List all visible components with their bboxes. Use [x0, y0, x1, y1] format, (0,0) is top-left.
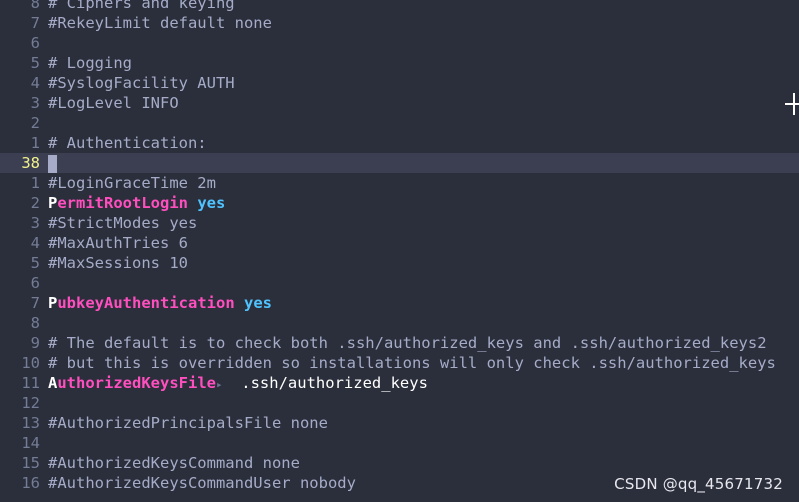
- directive-value: yes: [197, 194, 226, 212]
- directive-first-letter: P: [48, 194, 58, 212]
- current-line[interactable]: 38: [0, 153, 799, 173]
- line-text: # Logging: [48, 54, 132, 72]
- line-number: 13: [21, 414, 40, 432]
- code-line[interactable]: 6: [0, 33, 799, 53]
- directive-value: yes: [244, 294, 272, 312]
- code-line[interactable]: 8 # Ciphers and keying: [0, 0, 799, 13]
- code-line[interactable]: 2 PermitRootLogin yes: [0, 193, 799, 213]
- line-text: #SyslogFacility AUTH: [48, 74, 235, 92]
- line-text: PermitRootLogin yes: [48, 193, 225, 213]
- line-text: #AuthorizedKeysCommandUser nobody: [48, 474, 356, 492]
- line-number: 5: [30, 254, 40, 272]
- line-number: 11: [21, 374, 40, 392]
- line-number: 1: [30, 134, 40, 152]
- directive-keyword: uthorizedKeysFile: [57, 374, 216, 392]
- line-text: # Authentication:: [48, 134, 207, 152]
- line-text: #AuthorizedKeysCommand none: [48, 454, 300, 472]
- line-number: 14: [21, 434, 40, 452]
- code-editor[interactable]: 8 # Ciphers and keying 7 #RekeyLimit def…: [0, 0, 799, 502]
- code-line[interactable]: 4 #SyslogFacility AUTH: [0, 73, 799, 93]
- line-number: 3: [30, 214, 40, 232]
- line-number: 10: [21, 354, 40, 372]
- code-line[interactable]: 15 #AuthorizedKeysCommand none: [0, 453, 799, 473]
- line-number: 4: [30, 74, 40, 92]
- line-text: #LogLevel INFO: [48, 94, 179, 112]
- line-text: [48, 153, 57, 173]
- code-line[interactable]: 5 #MaxSessions 10: [0, 253, 799, 273]
- line-number: 1: [30, 174, 40, 192]
- directive-keyword: ubkeyAuthentication: [57, 294, 235, 312]
- code-line[interactable]: 13 #AuthorizedPrincipalsFile none: [0, 413, 799, 433]
- code-line[interactable]: 6: [0, 273, 799, 293]
- tab-marker-icon: ▸: [215, 378, 223, 391]
- directive-first-letter: A: [48, 374, 58, 392]
- line-text: PubkeyAuthentication yes: [48, 293, 272, 313]
- line-text: # The default is to check both .ssh/auth…: [48, 334, 767, 352]
- code-line[interactable]: 10 # but this is overridden so installat…: [0, 353, 799, 373]
- line-text: AuthorizedKeysFile▸ .ssh/authorized_keys: [48, 373, 428, 395]
- directive-keyword: ermitRootLogin: [57, 194, 188, 212]
- line-number: 5: [30, 54, 40, 72]
- code-line[interactable]: 1 #LoginGraceTime 2m: [0, 173, 799, 193]
- line-number: 3: [30, 94, 40, 112]
- watermark: CSDN @qq_45671732: [614, 475, 783, 493]
- code-line[interactable]: 4 #MaxAuthTries 6: [0, 233, 799, 253]
- code-line[interactable]: 14: [0, 433, 799, 453]
- line-text: #LoginGraceTime 2m: [48, 174, 216, 192]
- line-number: 6: [30, 34, 40, 52]
- code-line[interactable]: 11 AuthorizedKeysFile▸ .ssh/authorized_k…: [0, 373, 799, 393]
- code-line[interactable]: 3 #LogLevel INFO: [0, 93, 799, 113]
- code-line[interactable]: 9 # The default is to check both .ssh/au…: [0, 333, 799, 353]
- line-number: 16: [21, 474, 40, 492]
- line-number: 15: [21, 454, 40, 472]
- line-number: 2: [30, 194, 40, 212]
- editor-lines: 8 # Ciphers and keying 7 #RekeyLimit def…: [0, 0, 799, 493]
- line-text: # but this is overridden so installation…: [48, 354, 776, 372]
- line-text: #AuthorizedPrincipalsFile none: [48, 414, 328, 432]
- current-line-number: 38: [21, 154, 40, 172]
- line-number: 8: [30, 314, 40, 332]
- directive-first-letter: P: [48, 294, 58, 312]
- line-number: 8: [30, 0, 40, 12]
- line-number: 2: [30, 114, 40, 132]
- line-number: 4: [30, 234, 40, 252]
- code-line[interactable]: 7 #RekeyLimit default none: [0, 13, 799, 33]
- code-line[interactable]: 8: [0, 313, 799, 333]
- line-text: # Ciphers and keying: [48, 0, 235, 12]
- code-line[interactable]: 5 # Logging: [0, 53, 799, 73]
- code-line[interactable]: 12: [0, 393, 799, 413]
- line-number: 6: [30, 274, 40, 292]
- directive-value: .ssh/authorized_keys: [222, 374, 428, 392]
- crosshair-cursor-icon: [785, 93, 799, 115]
- line-number: 9: [30, 334, 40, 352]
- code-line[interactable]: 7 PubkeyAuthentication yes: [0, 293, 799, 313]
- line-text: #MaxAuthTries 6: [48, 234, 188, 252]
- line-number: 7: [30, 294, 40, 312]
- code-line[interactable]: 1 # Authentication:: [0, 133, 799, 153]
- code-line[interactable]: 2: [0, 113, 799, 133]
- line-text: #MaxSessions 10: [48, 254, 188, 272]
- line-number: 7: [30, 14, 40, 32]
- line-text: #RekeyLimit default none: [48, 14, 272, 32]
- code-line[interactable]: 3 #StrictModes yes: [0, 213, 799, 233]
- text-cursor: [48, 154, 57, 173]
- line-number: 12: [21, 394, 40, 412]
- line-text: #StrictModes yes: [48, 214, 198, 232]
